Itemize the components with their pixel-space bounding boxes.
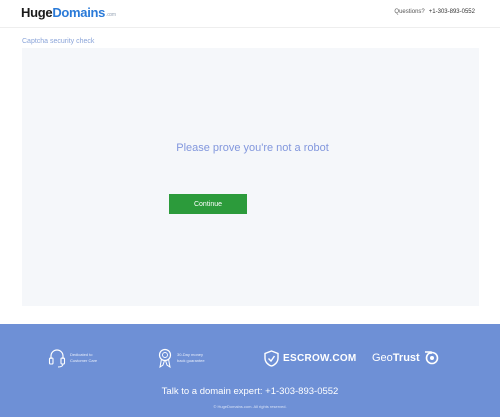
header-contact: Questions? +1-303-893-0552 [394, 9, 475, 15]
copyright: © HugeDomains.com. All rights reserved. [213, 404, 287, 409]
footer: Dedicated to Customer Care 30-Day money … [0, 324, 500, 417]
questions-label: Questions? [394, 9, 425, 15]
ribbon-icon [157, 348, 173, 368]
geotrust-text-pre: Geo [372, 351, 393, 364]
logo-dotcom: .com [106, 12, 116, 18]
page: HugeDomains.com Questions? +1-303-893-055… [0, 0, 500, 417]
money-back-line2: back guarantee [177, 358, 205, 363]
captcha-panel: Please prove you're not a robot Continue [22, 48, 479, 306]
customer-care-line2: Customer Care [70, 358, 98, 363]
escrow-text: ESCROW.COM [283, 353, 357, 364]
money-back-text: 30-Day money back guarantee [177, 352, 205, 364]
continue-button[interactable]: Continue [169, 194, 247, 214]
geotrust-icon [423, 350, 439, 365]
captcha-prompt: Please prove you're not a robot [176, 142, 329, 154]
logo[interactable]: HugeDomains.com [21, 5, 116, 20]
shield-icon [264, 350, 279, 367]
customer-care-badge: Dedicated to Customer Care [48, 348, 97, 368]
escrow-badge[interactable]: ESCROW.COM [264, 350, 357, 367]
header-phone[interactable]: +1-303-893-0552 [429, 9, 475, 15]
customer-care-line1: Dedicated to [70, 352, 93, 357]
domain-expert-phone[interactable]: Talk to a domain expert: +1-303-893-0552 [0, 386, 500, 397]
logo-domains: Domains [52, 5, 106, 20]
logo-huge: Huge [21, 5, 53, 20]
geotrust-badge[interactable]: GeoTrust [372, 350, 439, 365]
money-back-line1: 30-Day money [177, 352, 204, 357]
geotrust-text-bold: Trust [392, 351, 420, 364]
geotrust-text: GeoTrust [372, 352, 420, 364]
customer-care-text: Dedicated to Customer Care [70, 352, 97, 364]
money-back-badge: 30-Day money back guarantee [157, 348, 205, 368]
captcha-title: Captcha security check [22, 38, 95, 45]
headset-icon [48, 348, 66, 368]
header: HugeDomains.com Questions? +1-303-893-055… [0, 0, 500, 28]
